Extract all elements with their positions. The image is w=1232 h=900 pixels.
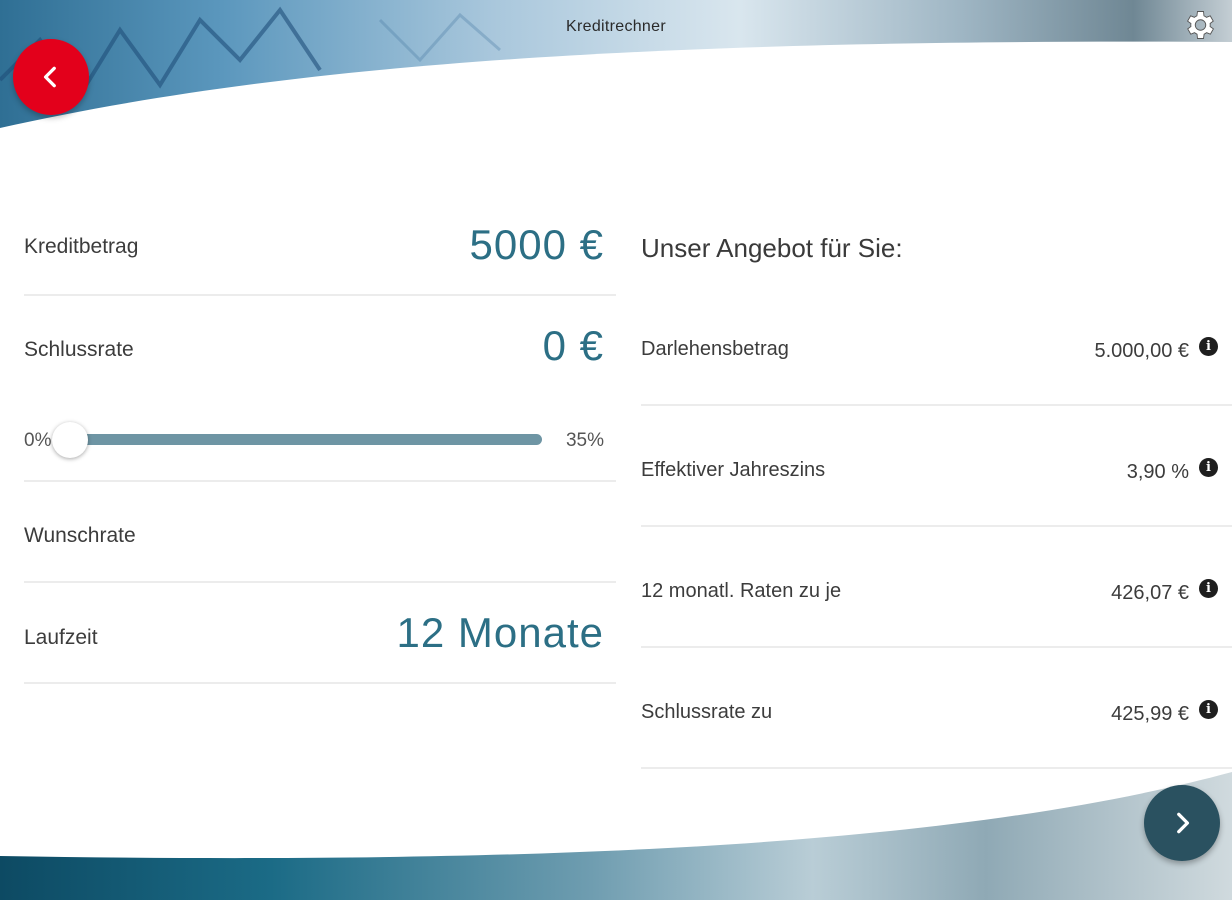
kreditbetrag-label: Kreditbetrag [24, 235, 139, 258]
offer-row: Effektiver Jahreszins 3,90 % i [641, 406, 1232, 527]
offer-row-value: 5.000,00 € [1094, 340, 1189, 362]
offer-row: Darlehensbetrag 5.000,00 € i [641, 285, 1232, 406]
schlussrate-row: Schlussrate 0 € 0% 35% [24, 296, 616, 482]
back-button[interactable] [13, 39, 89, 115]
slider-thumb[interactable] [52, 422, 88, 458]
schlussrate-value[interactable]: 0 € [543, 322, 604, 370]
slider-track[interactable] [68, 434, 542, 445]
next-button[interactable] [1144, 785, 1220, 861]
wunschrate-label: Wunschrate [24, 524, 136, 547]
schlussrate-label: Schlussrate [24, 338, 134, 361]
offer-row-value: 3,90 % [1126, 461, 1189, 483]
offer-row-value: 425,99 € [1111, 703, 1189, 725]
laufzeit-label: Laufzeit [24, 626, 98, 649]
info-icon[interactable]: i [1199, 458, 1218, 477]
offer-row-value: 426,07 € [1111, 582, 1189, 604]
offer-row: Schlussrate zu 425,99 € i [641, 648, 1232, 769]
gear-icon [1187, 11, 1214, 39]
schlussrate-slider[interactable]: 0% 35% [24, 421, 616, 458]
laufzeit-value[interactable]: 12 Monate [397, 609, 604, 657]
info-icon[interactable]: i [1199, 579, 1218, 598]
wunschrate-row[interactable]: Wunschrate [24, 482, 616, 583]
settings-button[interactable] [1180, 6, 1218, 44]
offer-row: 12 monatl. Raten zu je 426,07 € i [641, 527, 1232, 648]
chevron-right-icon [1177, 812, 1190, 834]
info-icon[interactable]: i [1199, 337, 1218, 356]
chevron-left-icon [43, 66, 56, 88]
info-icon[interactable]: i [1199, 700, 1218, 719]
page-title: Kreditrechner [566, 18, 666, 35]
offer-row-label: Darlehensbetrag [641, 338, 789, 360]
kreditbetrag-value[interactable]: 5000 € [470, 221, 604, 269]
loan-form: Kreditbetrag 5000 € Schlussrate 0 € 0% 3… [24, 195, 616, 684]
offer-row-label: 12 monatl. Raten zu je [641, 580, 842, 602]
slider-min-label: 0% [24, 430, 52, 451]
offer-row-label: Effektiver Jahreszins [641, 459, 826, 481]
slider-max-label: 35% [565, 430, 604, 451]
kreditbetrag-row[interactable]: Kreditbetrag 5000 € [24, 195, 616, 296]
offer-heading: Unser Angebot für Sie: [641, 233, 903, 263]
offer-row-label: Schlussrate zu [641, 701, 773, 723]
laufzeit-row[interactable]: Laufzeit 12 Monate [24, 583, 616, 684]
